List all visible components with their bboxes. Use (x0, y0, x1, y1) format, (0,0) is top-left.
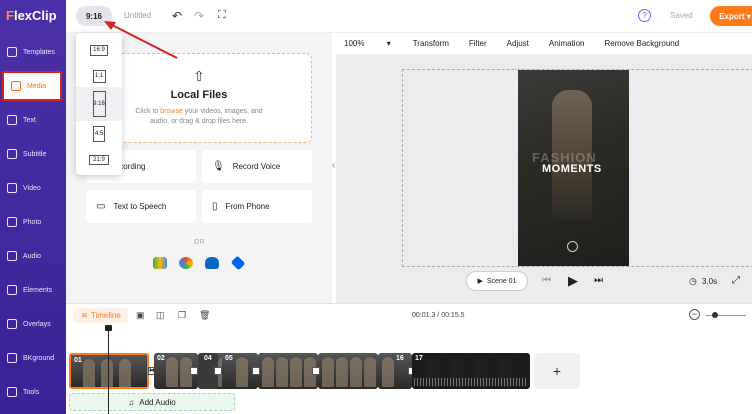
phone-icon: ▯ (212, 201, 218, 212)
from-phone-card[interactable]: ▯ From Phone (202, 190, 312, 223)
split-icon[interactable]: ◫ (156, 310, 165, 321)
browse-link[interactable]: browse (160, 108, 183, 115)
timeline-track: 01 ⧓ 02 04 05 16 17 + ♫ Add Audio (66, 325, 752, 414)
project-title[interactable]: Untitled (124, 11, 151, 20)
text-icon (7, 115, 17, 125)
sidebar-item-templates[interactable]: Templates (0, 37, 66, 67)
subtitle-icon (7, 149, 17, 159)
preview-arrow-icon (567, 241, 578, 252)
transition-icon[interactable] (190, 367, 198, 375)
speech-bubble-icon: ▭ (96, 201, 106, 212)
clip-17[interactable]: 17 (412, 353, 530, 389)
tool-transform[interactable]: Transform (413, 39, 449, 48)
sidebar-item-elements[interactable]: Elements (0, 275, 66, 305)
aspect-ratio-menu: 16:9 1:1 9:16 4:5 21:9 (76, 33, 122, 175)
transition-icon[interactable] (312, 367, 320, 375)
edit-toolbar: 100% ▾ Transform Filter Adjust Animation… (336, 33, 752, 55)
redo-icon[interactable]: ↷ (194, 9, 204, 23)
app-logo[interactable]: FlexClip (6, 8, 57, 23)
clip-01[interactable]: 01 (69, 353, 149, 389)
clock-icon: ◷ (689, 276, 697, 286)
sidebar-item-overlays[interactable]: Overlays (0, 309, 66, 339)
help-icon[interactable]: ? (638, 9, 651, 22)
tool-animation[interactable]: Animation (549, 39, 585, 48)
top-bar: 9:16 Untitled ↶ ↷ ⛶ ? Saved Export ▾ (66, 0, 752, 33)
tool-adjust[interactable]: Adjust (507, 39, 529, 48)
zoom-out-icon[interactable]: − (689, 309, 700, 320)
zoom-slider-handle[interactable] (712, 312, 718, 318)
timeline-bar: ≋ Timeline ▣ ◫ ❐ 🗑 00:01.3 / 00:15.5 − (66, 303, 752, 325)
player-controls: ▶ Scene 01 ⏮ ▶ ⏭ ◷ 3.0s ⤢ (336, 266, 752, 298)
scene-duration[interactable]: 3.0s (702, 277, 717, 286)
previous-icon[interactable]: ⏮ (542, 275, 551, 286)
export-button[interactable]: Export ▾ (710, 6, 752, 26)
google-drive-icon[interactable] (153, 257, 167, 269)
sidebar: FlexClip Templates Media Text Subtitle V… (0, 0, 66, 414)
photo-icon (7, 217, 17, 227)
templates-icon (7, 47, 17, 57)
sidebar-item-photo[interactable]: Photo (0, 207, 66, 237)
media-icon (11, 81, 21, 91)
tool-remove-background[interactable]: Remove Background (604, 39, 679, 48)
fit-screen-icon[interactable]: ⤢ (732, 275, 740, 286)
fullscreen-icon[interactable]: ⛶ (218, 9, 226, 22)
next-icon[interactable]: ⏭ (594, 275, 603, 286)
add-scene-icon[interactable]: ▣ (136, 310, 145, 321)
sidebar-item-tools[interactable]: Tools (0, 377, 66, 407)
microphone-icon: 🎙 (212, 161, 225, 172)
moments-text[interactable]: MOMENTS (542, 163, 602, 175)
add-scene-button[interactable]: + (534, 353, 580, 389)
saved-status: Saved (670, 11, 693, 20)
play-icon[interactable]: ▶ (568, 273, 578, 289)
scene-button[interactable]: ▶ Scene 01 (466, 271, 528, 291)
clip-16[interactable]: 16 (378, 353, 412, 389)
video-icon (7, 183, 17, 193)
clip-group-late[interactable] (318, 353, 378, 389)
clip-group-mid[interactable] (258, 353, 318, 389)
add-audio-button[interactable]: ♫ Add Audio (69, 393, 235, 411)
timeline-toggle-button[interactable]: ≋ Timeline (74, 308, 128, 323)
duplicate-icon[interactable]: ❐ (178, 310, 186, 321)
aspect-ratio-button[interactable]: 9:16 (76, 6, 112, 26)
google-photos-icon[interactable] (179, 257, 193, 269)
transition-icon[interactable] (214, 367, 222, 375)
collapse-panel-icon[interactable]: ‹ (332, 160, 335, 171)
sidebar-item-video[interactable]: Video (0, 173, 66, 203)
tool-filter[interactable]: Filter (469, 39, 487, 48)
video-preview[interactable]: FASHION MOMENTS (518, 70, 629, 266)
sidebar-item-background[interactable]: BKground (0, 343, 66, 373)
transition-icon[interactable] (252, 367, 260, 375)
ratio-option-9-16[interactable]: 9:16 (76, 87, 122, 121)
overlays-icon (7, 319, 17, 329)
delete-icon[interactable]: 🗑 (199, 310, 210, 321)
text-to-speech-card[interactable]: ▭ Text to Speech (86, 190, 196, 223)
record-voice-card[interactable]: 🎙 Record Voice (202, 150, 312, 183)
playhead[interactable] (108, 328, 109, 414)
timeline-time: 00:01.3 / 00:15.5 (412, 312, 465, 319)
elements-icon (7, 285, 17, 295)
dropbox-icon[interactable] (230, 255, 246, 271)
zoom-select[interactable]: 100% ▾ (344, 39, 391, 48)
play-small-icon: ▶ (477, 278, 483, 285)
background-icon (7, 353, 17, 363)
onedrive-icon[interactable] (205, 257, 219, 269)
music-note-icon: ♫ (128, 397, 135, 407)
sidebar-item-text[interactable]: Text (0, 105, 66, 135)
undo-icon[interactable]: ↶ (172, 9, 182, 23)
or-divider: OR (194, 239, 205, 246)
sidebar-item-subtitle[interactable]: Subtitle (0, 139, 66, 169)
ratio-option-21-9[interactable]: 21:9 (76, 145, 122, 175)
tools-icon (7, 387, 17, 397)
timeline-icon: ≋ (81, 311, 88, 320)
sidebar-item-audio[interactable]: Audio (0, 241, 66, 271)
audio-icon (7, 251, 17, 261)
sidebar-item-media[interactable]: Media (2, 71, 62, 101)
